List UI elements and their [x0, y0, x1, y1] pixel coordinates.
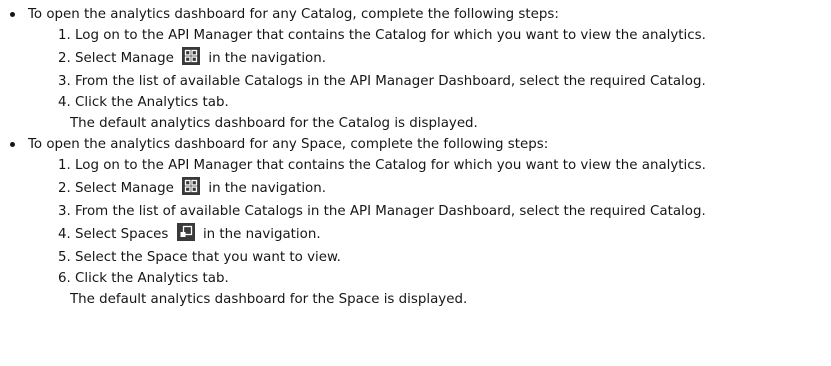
step-item: 3. From the list of available Catalogs i… — [58, 201, 831, 222]
step-text: Log on to the API Manager that contains … — [75, 158, 706, 173]
step-text: From the list of available Catalogs in t… — [75, 74, 706, 89]
bullet-space: To open the analytics dashboard for any … — [0, 134, 831, 310]
space-steps: 1. Log on to the API Manager that contai… — [28, 155, 831, 289]
step-item: 4. Select Spaces in the navigation. — [58, 222, 831, 247]
bullet-text: To open the analytics dashboard for any … — [28, 7, 559, 22]
step-item: 5. Select the Space that you want to vie… — [58, 247, 831, 268]
step-item: 3. From the list of available Catalogs i… — [58, 71, 831, 92]
instructions-document: To open the analytics dashboard for any … — [0, 0, 831, 310]
bullet-dot-icon — [10, 12, 15, 17]
step-text: Log on to the API Manager that contains … — [75, 28, 706, 43]
step-item: 4. Click the Analytics tab. — [58, 92, 831, 113]
step-text: Click the Analytics tab. — [75, 95, 229, 110]
step-number: 5. — [58, 250, 71, 265]
step-text-after: in the navigation. — [202, 227, 321, 242]
manage-grid-icon — [182, 47, 201, 65]
step-text: Select the Space that you want to view. — [75, 250, 341, 265]
step-result: The default analytics dashboard for the … — [70, 116, 478, 131]
step-text-before: Select Manage — [75, 181, 174, 196]
step-text-before: Select Manage — [75, 51, 174, 66]
step-text: Click the Analytics tab. — [75, 271, 229, 286]
step-text-before: Select Spaces — [75, 227, 169, 242]
manage-grid-icon — [182, 177, 201, 195]
step-text-after: in the navigation. — [208, 181, 326, 196]
step-item: 6. Click the Analytics tab. — [58, 268, 831, 289]
bullet-catalog: To open the analytics dashboard for any … — [0, 4, 831, 134]
step-number: 1. — [58, 28, 71, 43]
step-item: 1. Log on to the API Manager that contai… — [58, 25, 831, 46]
step-result: The default analytics dashboard for the … — [70, 292, 468, 307]
spaces-icon — [176, 223, 195, 241]
step-item: 2. Select Manage in the navigation. — [58, 46, 831, 71]
step-number: 3. — [58, 74, 71, 89]
step-text-after: in the navigation. — [208, 51, 326, 66]
bullet-list: To open the analytics dashboard for any … — [0, 4, 831, 310]
step-item: 2. Select Manage in the navigation. — [58, 176, 831, 201]
step-number: 2. — [58, 181, 71, 196]
step-number: 4. — [58, 95, 71, 110]
step-item: 1. Log on to the API Manager that contai… — [58, 155, 831, 176]
step-text: From the list of available Catalogs in t… — [75, 204, 706, 219]
step-number: 4. — [58, 227, 71, 242]
step-number: 1. — [58, 158, 71, 173]
bullet-text: To open the analytics dashboard for any … — [28, 137, 549, 152]
step-number: 2. — [58, 51, 71, 66]
bullet-dot-icon — [10, 142, 15, 147]
catalog-steps: 1. Log on to the API Manager that contai… — [28, 25, 831, 113]
step-number: 3. — [58, 204, 71, 219]
step-number: 6. — [58, 271, 71, 286]
